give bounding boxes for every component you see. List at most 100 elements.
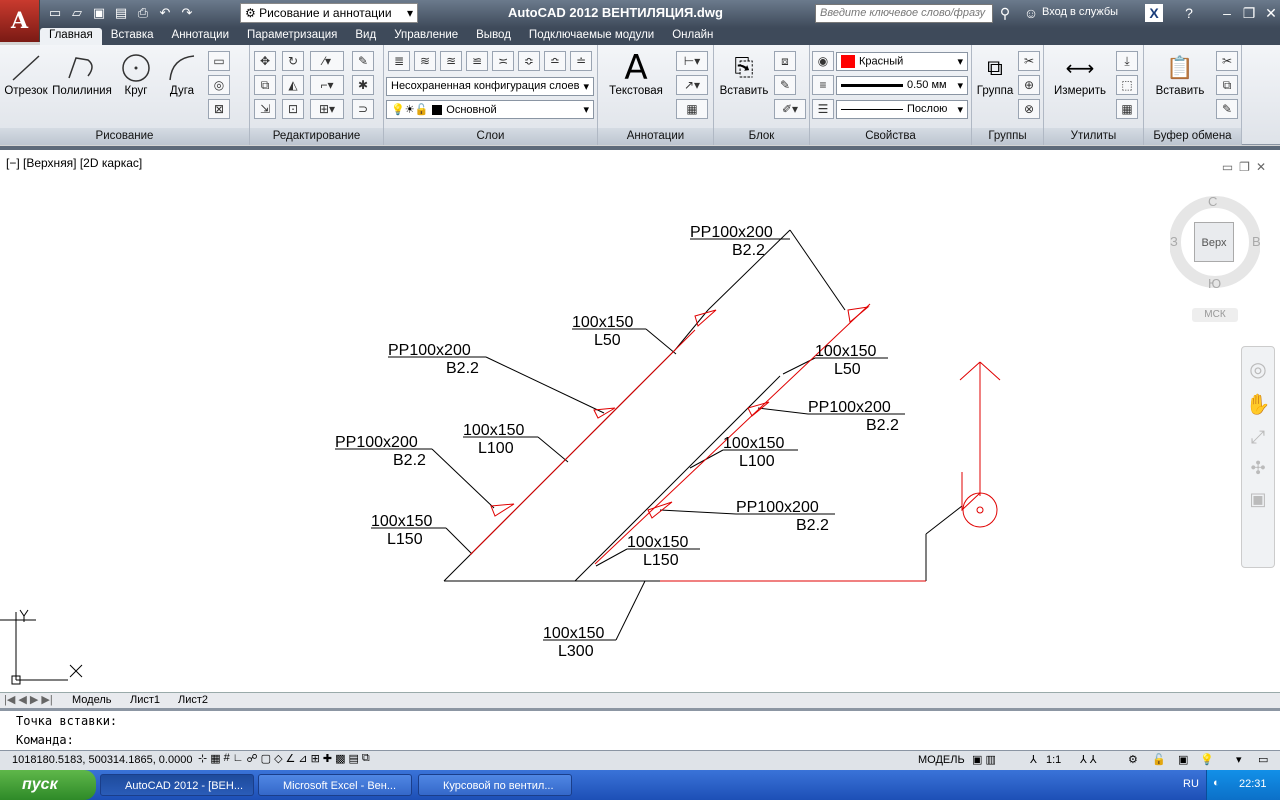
search-input[interactable]: Введите ключевое слово/фразу	[815, 4, 993, 23]
ungroup-icon[interactable]: ✂	[1018, 51, 1040, 71]
exchange-icon[interactable]: X	[1145, 4, 1163, 22]
layer-properties-icon[interactable]: ≣	[388, 51, 410, 71]
fillet-icon[interactable]: ⌐▾	[310, 75, 344, 95]
command-prompt[interactable]: Команда:	[16, 733, 74, 747]
task-autocad[interactable]: AutoCAD 2012 - [ВЕН...	[100, 774, 254, 796]
quick-select-icon[interactable]: ⤓	[1116, 51, 1138, 71]
restore-icon[interactable]: ❐	[1240, 4, 1258, 22]
attribute-icon[interactable]: ✐▾	[774, 99, 806, 119]
save-icon[interactable]: ▣	[90, 4, 108, 22]
undo-icon[interactable]: ↶	[156, 4, 174, 22]
modify-panel-title[interactable]: Редактирование	[250, 128, 383, 145]
dimension-icon[interactable]: ⊢▾	[676, 51, 708, 71]
calculator-icon[interactable]: ▦	[1116, 99, 1138, 119]
clean-screen-icon[interactable]: ▭	[1258, 753, 1268, 766]
scale-icon[interactable]: ⊡	[282, 99, 304, 119]
layer-iso-icon[interactable]: ≍	[492, 51, 514, 71]
linetype-icon[interactable]: ☰	[812, 99, 834, 119]
tab-plugins[interactable]: Подключаемые модули	[520, 28, 663, 45]
rotate-icon[interactable]: ↻	[282, 51, 304, 71]
properties-panel-title[interactable]: Свойства	[810, 128, 971, 145]
trim-icon[interactable]: ⁄▾	[310, 51, 344, 71]
lwt-icon[interactable]: ✚	[323, 752, 332, 765]
line-button[interactable]: Отрезок	[4, 51, 48, 97]
status-menu-icon[interactable]: ▾	[1236, 753, 1242, 766]
circle-button[interactable]: Круг	[116, 51, 156, 97]
tab-output[interactable]: Вывод	[467, 28, 520, 45]
minimize-icon[interactable]: –	[1218, 4, 1236, 22]
workspace-switch-icon[interactable]: ⚙	[1128, 753, 1138, 766]
ducs-icon[interactable]: ⊿	[298, 752, 307, 765]
tab-nav-arrows[interactable]: |◀ ◀ ▶ ▶|	[4, 693, 53, 706]
viewcube-north[interactable]: С	[1208, 194, 1217, 209]
open-icon[interactable]: ▱	[68, 4, 86, 22]
dyn-icon[interactable]: ⊞	[311, 752, 320, 765]
layer-state-icon[interactable]: ≋	[414, 51, 436, 71]
leader-icon[interactable]: ↗▾	[676, 75, 708, 95]
close-icon[interactable]: ✕	[1262, 4, 1280, 22]
layer-match-icon[interactable]: ≊	[440, 51, 462, 71]
utilities-panel-title[interactable]: Утилиты	[1044, 128, 1143, 145]
pan-icon[interactable]: ✋	[1242, 392, 1274, 417]
group-select-icon[interactable]: ⊗	[1018, 99, 1040, 119]
task-excel[interactable]: Microsoft Excel - Вен...	[258, 774, 412, 796]
print-icon[interactable]: ⎙	[134, 4, 152, 22]
paste-button[interactable]: 📋 Вставить	[1148, 51, 1212, 97]
workspace-select[interactable]: ⚙ Рисование и аннотации ▾	[240, 3, 418, 23]
current-layer-select[interactable]: 💡☀🔓 Основной ▾	[386, 100, 594, 119]
language-indicator[interactable]: RU	[1183, 778, 1199, 790]
measure-button[interactable]: ⟷ Измерить	[1048, 51, 1112, 98]
binoculars-icon[interactable]: ⚲	[996, 4, 1014, 22]
group-button[interactable]: ⧉ Группа	[974, 51, 1016, 97]
hardware-accel-icon[interactable]: ▣	[1178, 753, 1188, 766]
erase-icon[interactable]: ✎	[352, 51, 374, 71]
hatch-icon[interactable]: ◎	[208, 75, 230, 95]
text-button[interactable]: A Текстовая	[604, 48, 668, 97]
create-block-icon[interactable]: ⧈	[774, 51, 796, 71]
isolate-objects-icon[interactable]: 💡	[1200, 753, 1214, 766]
array-icon[interactable]: ⊞▾	[310, 99, 344, 119]
tab-online[interactable]: Онлайн	[663, 28, 722, 45]
tpy-icon[interactable]: ▩	[335, 752, 345, 765]
save-as-icon[interactable]: ▤	[112, 4, 130, 22]
layout-view-icons[interactable]: ▣ ▥	[972, 753, 996, 766]
explode-icon[interactable]: ✱	[352, 75, 374, 95]
tab-parametric[interactable]: Параметризация	[238, 28, 346, 45]
zoom-icon[interactable]: ⤢	[1242, 427, 1274, 448]
grid-display-icon[interactable]: #	[224, 752, 230, 765]
copy-icon[interactable]: ⧉	[254, 75, 276, 95]
tab-layout1[interactable]: Лист1	[130, 694, 160, 706]
tab-home[interactable]: Главная	[40, 28, 102, 45]
match-prop-icon[interactable]: ✎	[1216, 99, 1238, 119]
new-icon[interactable]: ▭	[46, 4, 64, 22]
annotation-scale-value[interactable]: 1:1	[1046, 754, 1061, 766]
clock[interactable]: 22:31	[1239, 778, 1267, 790]
drawing-area[interactable]: [−] [Верхняя] [2D каркас] ▭ ❐ ✕ PP100x20…	[0, 146, 1280, 692]
application-menu-button[interactable]: A	[0, 0, 40, 42]
annotation-scale-icon[interactable]: ⅄	[1030, 753, 1037, 766]
ucs-menu[interactable]: МСК	[1192, 308, 1238, 322]
start-button[interactable]: пуск	[0, 770, 96, 800]
cut-icon[interactable]: ✂	[1216, 51, 1238, 71]
layers-panel-title[interactable]: Слои	[384, 128, 597, 145]
signin-link[interactable]: Вход в службы	[1042, 6, 1118, 18]
stretch-icon[interactable]: ⇲	[254, 99, 276, 119]
tab-annotate[interactable]: Аннотации	[163, 28, 238, 45]
lineweight-icon[interactable]: ≡	[812, 75, 834, 95]
block-panel-title[interactable]: Блок	[714, 128, 809, 145]
steeringwheel-icon[interactable]: ◎	[1242, 357, 1274, 382]
gradient-icon[interactable]: ⊠	[208, 99, 230, 119]
tray-icon[interactable]: ◐	[1213, 777, 1220, 789]
viewcube[interactable]: Верх С Ю З В	[1170, 190, 1261, 291]
model-space-toggle[interactable]: МОДЕЛЬ	[918, 754, 965, 766]
redo-icon[interactable]: ↷	[178, 4, 196, 22]
otrack-icon[interactable]: ∠	[286, 752, 296, 765]
lock-icon[interactable]: 🔓	[1152, 753, 1166, 766]
ortho-icon[interactable]: ∟	[233, 752, 244, 765]
polar-icon[interactable]: ☍	[247, 752, 258, 765]
offset-icon[interactable]: ⊃	[352, 99, 374, 119]
polyline-button[interactable]: Полилиния	[52, 51, 112, 97]
3dosnap-icon[interactable]: ◇	[274, 752, 282, 765]
layer-prev-icon[interactable]: ≌	[466, 51, 488, 71]
insert-block-button[interactable]: ⎘ Вставить	[716, 51, 772, 97]
